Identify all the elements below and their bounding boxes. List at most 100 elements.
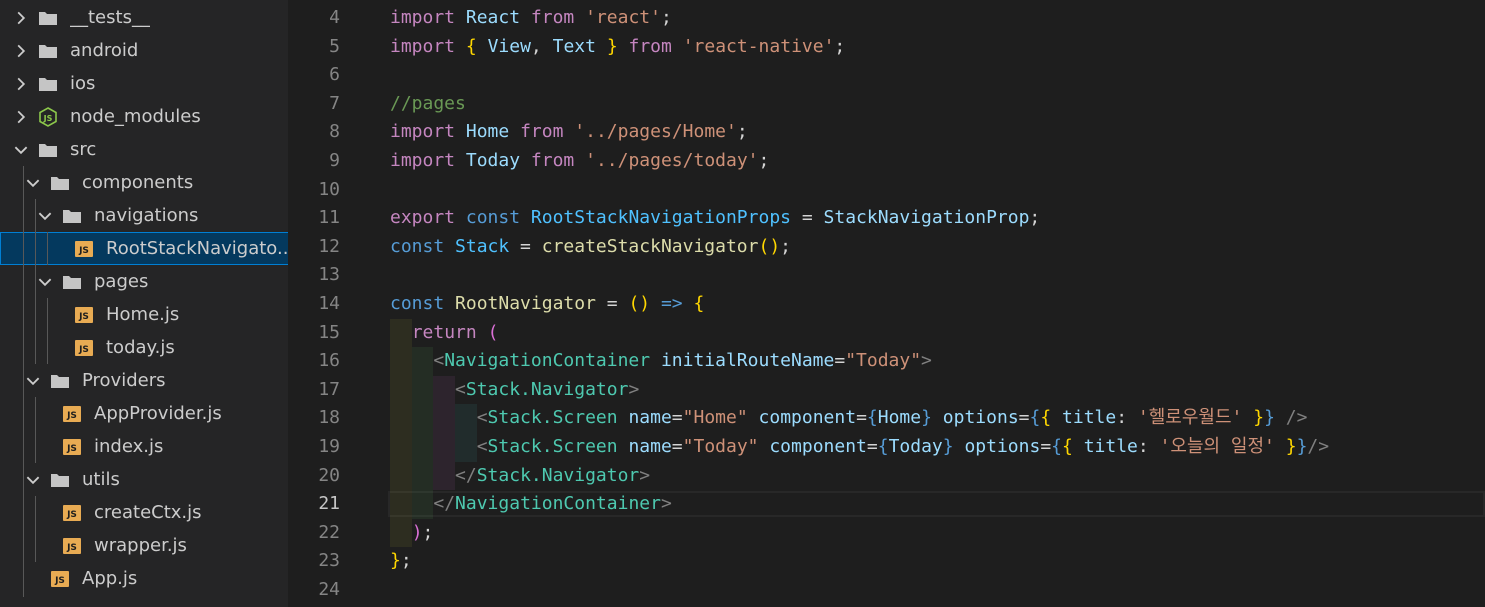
chevron-down-icon[interactable] [24,174,42,192]
code-token: > [639,464,651,486]
code-token: /> [1307,436,1330,457]
chevron-right-icon[interactable] [12,75,30,93]
code-token: NavigationContainer [455,493,661,515]
code-text: const RootNavigator = () => { [390,290,704,319]
explorer-item-components[interactable]: components [0,166,288,199]
code-token: RootNavigator [455,293,596,314]
code-editor[interactable]: 4 import React from 'react'; 5 import { Vie… [288,0,1485,607]
line-number: 24 [318,579,340,600]
code-line[interactable]: 23}; [288,547,1485,576]
chevron-right-icon[interactable] [12,42,30,60]
code-line[interactable]: 9 import Today from '../pages/today'; [288,147,1485,176]
code-line[interactable]: 13 [288,261,1485,290]
explorer-item-label: __tests__ [70,7,150,28]
explorer-item-pages[interactable]: pages [0,265,288,298]
code-line[interactable]: 20 </Stack.Navigator> [288,462,1485,491]
code-token: < [476,407,488,429]
code-line[interactable]: 8 import Home from '../pages/Home'; [288,118,1485,147]
code-token: import [390,35,456,57]
code-token: Home [877,407,922,429]
explorer-item-android[interactable]: android [0,34,288,67]
explorer-item-createctx-js[interactable]: JS createCtx.js [0,496,288,529]
explorer-item-utils[interactable]: utils [0,463,288,496]
code-token: ; [834,35,846,57]
explorer-item-label: utils [82,469,120,490]
explorer-item-tests[interactable]: __tests__ [0,1,288,34]
chevron-down-icon[interactable] [24,471,42,489]
code-line[interactable]: 5 import { View, Text } from 'react-nativ… [288,33,1485,62]
chevron-right-icon[interactable] [12,108,30,126]
code-line[interactable]: 14 const RootNavigator = () => { [288,290,1485,319]
code-line[interactable]: 22 ); [288,519,1485,548]
chevron-down-icon[interactable] [36,207,54,225]
explorer-item-app-js[interactable]: JS App.js [0,562,288,595]
code-token: createStackNavigator [541,235,759,257]
code-token: options [964,436,1041,457]
explorer-item-ios[interactable]: ios [0,67,288,100]
code-token: ; [780,235,792,257]
code-line[interactable]: 12 const Stack = createStackNavigator(); [288,233,1485,262]
explorer-item-label: App.js [82,568,138,589]
folder-icon [62,273,82,291]
chevron-down-icon[interactable] [36,273,54,291]
code-line[interactable]: 18 <Stack.Screen name="Home" component={… [288,404,1485,433]
code-token: => [660,293,683,314]
chevron-down-icon[interactable] [24,372,42,390]
explorer-item-src[interactable]: src [0,133,288,166]
explorer-item-label: src [70,139,97,160]
code-token: { [693,293,705,314]
code-token: Stack.Screen [487,407,618,429]
code-token: ( [487,321,499,343]
explorer-item-node-modules[interactable]: JS node_modules [0,100,288,133]
file-explorer: __tests__android ios JS node_modulessrc comp… [0,0,288,607]
code-token: ; [400,550,412,572]
code-token: } [921,407,932,429]
tree-indent-guide [35,496,36,562]
code-line[interactable]: 16 <NavigationContainer initialRouteName… [288,347,1485,376]
code-line[interactable]: 19 <Stack.Screen name="Today" component=… [288,433,1485,462]
chevron-right-icon[interactable] [12,9,30,27]
explorer-item-index-js[interactable]: JS index.js [0,430,288,463]
folder-icon [62,207,82,225]
explorer-item-wrapper-js[interactable]: JS wrapper.js [0,529,288,562]
js-file-icon-wrap: JS [74,339,94,357]
code-line[interactable]: 17 <Stack.Navigator> [288,376,1485,405]
code-line[interactable]: 15 return ( [288,319,1485,348]
chevron-down-icon[interactable] [12,141,30,159]
explorer-item-navigations[interactable]: navigations [0,199,288,232]
explorer-item-appprovider-js[interactable]: JS AppProvider.js [0,397,288,430]
code-token: '../pages/Home' [574,121,737,143]
code-line[interactable]: 4 import React from 'react'; [288,4,1485,33]
code-line[interactable]: 21 </NavigationContainer> [288,490,1485,519]
js-file-icon: JS [63,405,81,422]
explorer-item-home-js[interactable]: JS Home.js [0,298,288,331]
code-line[interactable]: 6 [288,61,1485,90]
code-token: () [628,293,651,314]
code-token: React [465,7,521,28]
explorer-item-label: index.js [94,436,164,457]
code-line[interactable]: 10 [288,176,1485,205]
explorer-item-today-js[interactable]: JS today.js [0,331,288,364]
js-file-icon: JS [75,240,93,257]
js-file-icon-wrap: JS [62,504,82,522]
code-token: StackNavigationProp [823,207,1030,229]
explorer-item-providers[interactable]: Providers [0,364,288,397]
code-token: } [1253,407,1265,429]
code-text: import { View, Text } from 'react-native… [390,33,845,62]
code-line[interactable]: 7 //pages [288,90,1485,119]
explorer-item-rootstacknavigato[interactable]: JS RootStackNavigato... [0,232,288,265]
code-token: ; [758,150,770,171]
tree-indent-guide [23,166,24,597]
js-file-icon: JS [75,339,93,356]
code-token: > [921,350,932,372]
code-line[interactable]: 24 [288,576,1485,605]
code-token: = [1040,436,1052,457]
code-line[interactable]: 11 export const RootStackNavigationProps … [288,204,1485,233]
